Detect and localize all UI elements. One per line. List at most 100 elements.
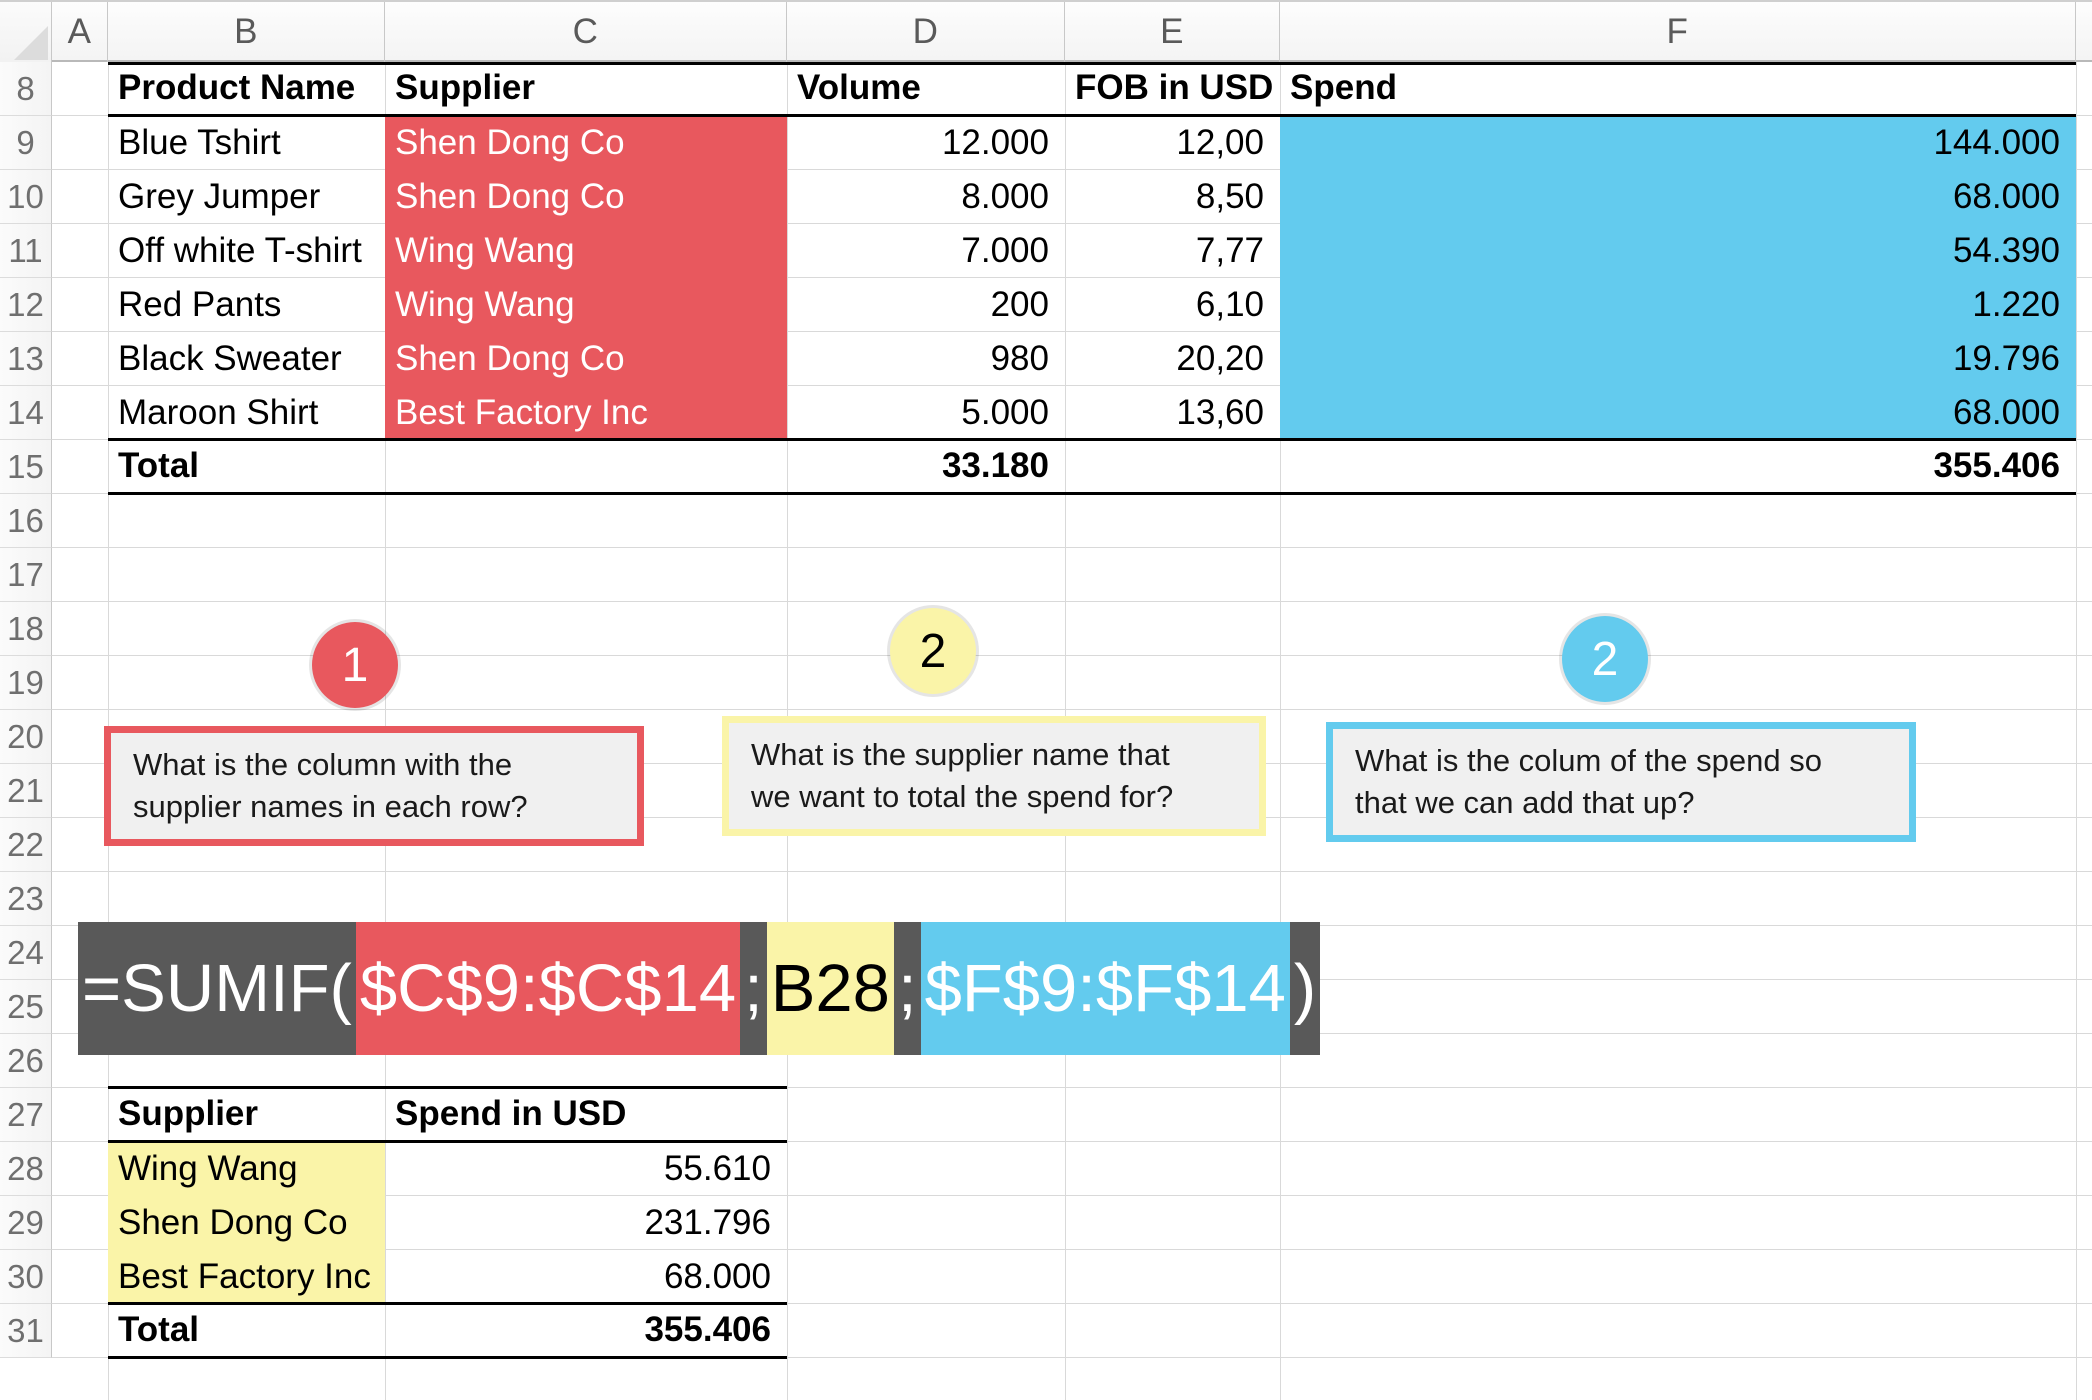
row-header-21[interactable]: 21 — [0, 764, 52, 818]
header-supplier[interactable]: Supplier — [385, 62, 787, 114]
row-header-26[interactable]: 26 — [0, 1034, 52, 1088]
summary-cell-supplier[interactable]: Best Factory Inc — [108, 1250, 385, 1304]
row-header-28[interactable]: 28 — [0, 1142, 52, 1196]
header-product-name[interactable]: Product Name — [108, 62, 385, 114]
formula-token-0[interactable]: =SUMIF( — [78, 922, 356, 1055]
formula-token-6[interactable]: ) — [1289, 922, 1321, 1055]
row-header-12[interactable]: 12 — [0, 278, 52, 332]
main-cell-volume[interactable]: 200 — [787, 278, 1065, 332]
main-total-volume[interactable]: 33.180 — [787, 440, 1065, 492]
formula-token-3[interactable]: B28 — [766, 922, 894, 1055]
main-cell-supplier[interactable]: Shen Dong Co — [385, 170, 787, 224]
main-cell-spend[interactable]: 144.000 — [1280, 116, 2076, 170]
callout-circle-3: 2 — [1562, 616, 1648, 702]
row-header-13[interactable]: 13 — [0, 332, 52, 386]
main-cell-supplier[interactable]: Shen Dong Co — [385, 116, 787, 170]
grid-line-h — [52, 601, 2092, 602]
row-header-8[interactable]: 8 — [0, 62, 52, 116]
row-header-20[interactable]: 20 — [0, 710, 52, 764]
main-cell-supplier[interactable]: Wing Wang — [385, 224, 787, 278]
main-total-label[interactable]: Total — [108, 440, 385, 492]
column-header-b[interactable]: B — [108, 2, 385, 62]
summary-header-supplier[interactable]: Supplier — [108, 1088, 385, 1140]
row-header-14[interactable]: 14 — [0, 386, 52, 440]
main-cell-spend[interactable]: 1.220 — [1280, 278, 2076, 332]
main-cell-fob[interactable]: 7,77 — [1065, 224, 1280, 278]
callout-2-line1: What is the supplier name that — [751, 737, 1170, 773]
column-header-e[interactable]: E — [1065, 2, 1280, 62]
formula-token-5[interactable]: $F$9:$F$14 — [920, 922, 1290, 1055]
callout-1-line1: What is the column with the — [133, 747, 513, 783]
row-header-11[interactable]: 11 — [0, 224, 52, 278]
row-header-25[interactable]: 25 — [0, 980, 52, 1034]
column-header-d[interactable]: D — [787, 2, 1065, 62]
formula-token-4[interactable]: ; — [893, 922, 921, 1055]
main-cell-fob[interactable]: 20,20 — [1065, 332, 1280, 386]
main-cell-product[interactable]: Grey Jumper — [108, 170, 385, 224]
formula-token-2[interactable]: ; — [740, 922, 767, 1055]
main-cell-product[interactable]: Red Pants — [108, 278, 385, 332]
summary-cell-supplier[interactable]: Shen Dong Co — [108, 1196, 385, 1250]
summary-cell-spend[interactable]: 55.610 — [385, 1142, 787, 1196]
callout-circle-1: 1 — [312, 622, 398, 708]
main-cell-volume[interactable]: 7.000 — [787, 224, 1065, 278]
main-cell-product[interactable]: Black Sweater — [108, 332, 385, 386]
row-header-27[interactable]: 27 — [0, 1088, 52, 1142]
main-cell-volume[interactable]: 980 — [787, 332, 1065, 386]
main-cell-fob[interactable]: 8,50 — [1065, 170, 1280, 224]
main-table-bottom-rule — [108, 492, 2076, 495]
callout-box-2: What is the supplier name that we want t… — [722, 716, 1266, 836]
row-header-23[interactable]: 23 — [0, 872, 52, 926]
row-header-29[interactable]: 29 — [0, 1196, 52, 1250]
row-header-17[interactable]: 17 — [0, 548, 52, 602]
main-cell-supplier[interactable]: Wing Wang — [385, 278, 787, 332]
main-cell-product[interactable]: Off white T-shirt — [108, 224, 385, 278]
grid-line-h — [52, 709, 2092, 710]
corner-triangle-icon — [14, 26, 48, 60]
summary-cell-supplier[interactable]: Wing Wang — [108, 1142, 385, 1196]
row-header-30[interactable]: 30 — [0, 1250, 52, 1304]
row-header-16[interactable]: 16 — [0, 494, 52, 548]
row-header-22[interactable]: 22 — [0, 818, 52, 872]
summary-cell-spend[interactable]: 68.000 — [385, 1250, 787, 1304]
header-spend[interactable]: Spend — [1280, 62, 2076, 114]
row-header-15[interactable]: 15 — [0, 440, 52, 494]
main-cell-spend[interactable]: 19.796 — [1280, 332, 2076, 386]
summary-cell-spend[interactable]: 231.796 — [385, 1196, 787, 1250]
header-volume[interactable]: Volume — [787, 62, 1065, 114]
formula-display[interactable]: =SUMIF($C$9:$C$14; B28; $F$9:$F$14) — [78, 922, 1321, 1055]
column-header-a[interactable]: A — [52, 2, 108, 62]
main-cell-spend[interactable]: 68.000 — [1280, 170, 2076, 224]
callout-2-line2: we want to total the spend for? — [751, 779, 1174, 814]
row-header-24[interactable]: 24 — [0, 926, 52, 980]
column-header-f[interactable]: F — [1280, 2, 2076, 62]
summary-total-spend[interactable]: 355.406 — [385, 1304, 787, 1356]
main-cell-supplier[interactable]: Best Factory Inc — [385, 386, 787, 440]
summary-header-spend[interactable]: Spend in USD — [385, 1088, 787, 1140]
row-header-31[interactable]: 31 — [0, 1304, 52, 1358]
column-header-c[interactable]: C — [385, 2, 787, 62]
grid-line-v — [2076, 62, 2077, 1400]
main-cell-product[interactable]: Blue Tshirt — [108, 116, 385, 170]
main-total-spend[interactable]: 355.406 — [1280, 440, 2076, 492]
callout-box-1: What is the column with the supplier nam… — [104, 726, 644, 846]
main-cell-spend[interactable]: 68.000 — [1280, 386, 2076, 440]
row-header-9[interactable]: 9 — [0, 116, 52, 170]
main-cell-fob[interactable]: 13,60 — [1065, 386, 1280, 440]
main-cell-volume[interactable]: 5.000 — [787, 386, 1065, 440]
main-cell-fob[interactable]: 6,10 — [1065, 278, 1280, 332]
row-header-18[interactable]: 18 — [0, 602, 52, 656]
row-header-10[interactable]: 10 — [0, 170, 52, 224]
main-cell-product[interactable]: Maroon Shirt — [108, 386, 385, 440]
header-fob[interactable]: FOB in USD — [1065, 62, 1280, 114]
select-all-corner[interactable] — [0, 2, 52, 62]
row-header-19[interactable]: 19 — [0, 656, 52, 710]
formula-token-1[interactable]: $C$9:$C$14 — [355, 922, 741, 1055]
main-cell-spend[interactable]: 54.390 — [1280, 224, 2076, 278]
main-cell-volume[interactable]: 12.000 — [787, 116, 1065, 170]
main-cell-fob[interactable]: 12,00 — [1065, 116, 1280, 170]
main-cell-volume[interactable]: 8.000 — [787, 170, 1065, 224]
main-cell-supplier[interactable]: Shen Dong Co — [385, 332, 787, 386]
summary-table-bottom-rule — [108, 1356, 787, 1359]
summary-total-label[interactable]: Total — [108, 1304, 385, 1356]
